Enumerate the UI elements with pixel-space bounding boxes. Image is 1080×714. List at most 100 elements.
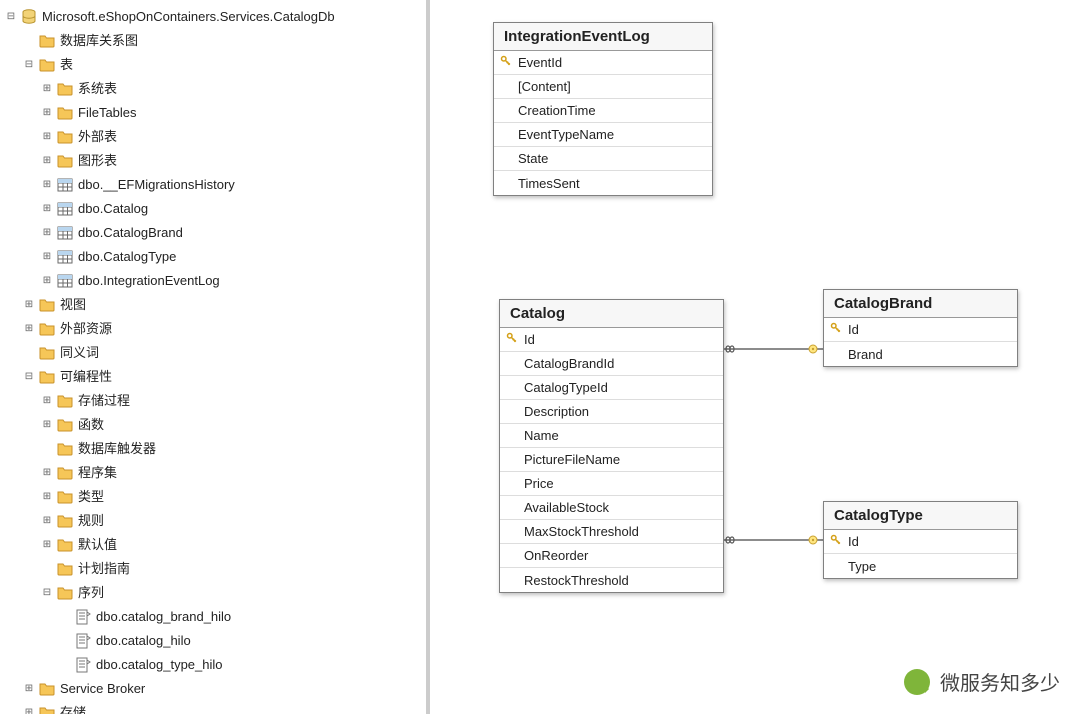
tree-item[interactable]: ⊞规则 <box>0 509 426 533</box>
table-column[interactable]: TimesSent <box>494 171 712 195</box>
expand-toggle-icon[interactable]: ⊞ <box>40 126 54 148</box>
tree-item[interactable]: 数据库关系图 <box>0 29 426 53</box>
tree-item-label: 类型 <box>78 486 104 508</box>
tree-item[interactable]: ⊟可编程性 <box>0 365 426 389</box>
table-column[interactable]: Brand <box>824 342 1017 366</box>
table-column[interactable]: RestockThreshold <box>500 568 723 592</box>
tree-item[interactable]: ⊞系统表 <box>0 77 426 101</box>
tree-item[interactable]: ⊟表 <box>0 53 426 77</box>
expand-toggle-icon[interactable]: ⊞ <box>40 270 54 292</box>
table-column[interactable]: Price <box>500 472 723 496</box>
expand-toggle-icon[interactable]: ⊞ <box>40 102 54 124</box>
tree-item-label: Microsoft.eShopOnContainers.Services.Cat… <box>42 6 335 28</box>
tree-item-label: 外部资源 <box>60 318 112 340</box>
table-column[interactable]: State <box>494 147 712 171</box>
expand-toggle-icon[interactable]: ⊞ <box>40 78 54 100</box>
tree-item[interactable]: ⊞ dbo.IntegrationEventLog <box>0 269 426 293</box>
table-column[interactable]: CatalogBrandId <box>500 352 723 376</box>
tree-item-label: dbo.Catalog <box>78 198 148 220</box>
expand-toggle-icon[interactable]: ⊟ <box>22 366 36 388</box>
tree-item[interactable]: ⊞外部表 <box>0 125 426 149</box>
diagram-table-integrationeventlog[interactable]: IntegrationEventLogEventId[Content]Creat… <box>493 22 713 196</box>
tree-item[interactable]: ⊞存储 <box>0 701 426 714</box>
expand-toggle-icon[interactable]: ⊞ <box>22 702 36 714</box>
tree-item[interactable]: ⊞ 类型 <box>0 485 426 509</box>
expand-toggle-icon[interactable]: ⊞ <box>40 150 54 172</box>
expand-toggle-icon[interactable]: ⊞ <box>40 222 54 244</box>
expand-toggle-icon[interactable]: ⊞ <box>22 678 36 700</box>
tree-item[interactable]: ⊟ Microsoft.eShopOnContainers.Services.Ca… <box>0 5 426 29</box>
folder-icon <box>56 512 74 530</box>
column-name: Type <box>848 559 888 574</box>
object-explorer-tree[interactable]: ⊟ Microsoft.eShopOnContainers.Services.Ca… <box>0 0 430 714</box>
tree-item-label: 视图 <box>60 294 86 316</box>
table-column[interactable]: Description <box>500 400 723 424</box>
tree-item[interactable]: dbo.catalog_hilo <box>0 629 426 653</box>
diagram-table-catalog[interactable]: CatalogIdCatalogBrandIdCatalogTypeId Desc… <box>499 299 724 593</box>
column-name: Id <box>848 322 871 337</box>
expand-toggle-icon[interactable]: ⊞ <box>40 486 54 508</box>
tree-item[interactable]: 同义词 <box>0 341 426 365</box>
table-column[interactable]: CreationTime <box>494 99 712 123</box>
expand-toggle-icon[interactable]: ⊞ <box>40 414 54 436</box>
chat-bubble-icon <box>904 669 930 695</box>
tree-item[interactable]: 数据库触发器 <box>0 437 426 461</box>
tree-item-label: 函数 <box>78 414 104 436</box>
tree-item[interactable]: ⊞ 外部资源 <box>0 317 426 341</box>
table-column[interactable]: Type <box>824 554 1017 578</box>
table-column[interactable]: EventTypeName <box>494 123 712 147</box>
folder-icon <box>38 296 56 314</box>
table-column[interactable]: Id <box>824 530 1017 554</box>
diagram-table-catalogbrand[interactable]: CatalogBrandIdBrand <box>823 289 1018 367</box>
column-name: TimesSent <box>518 176 592 191</box>
column-name: AvailableStock <box>524 500 621 515</box>
expand-toggle-icon[interactable]: ⊞ <box>40 534 54 556</box>
table-column[interactable]: CatalogTypeId <box>500 376 723 400</box>
expand-toggle-icon[interactable]: ⊟ <box>40 582 54 604</box>
folder-icon <box>56 584 74 602</box>
tree-item[interactable]: ⊞Service Broker <box>0 677 426 701</box>
tree-item[interactable]: ⊟序列 <box>0 581 426 605</box>
tree-item-label: 程序集 <box>78 462 117 484</box>
expand-toggle-icon[interactable]: ⊟ <box>22 54 36 76</box>
column-name: Description <box>524 404 601 419</box>
tree-item[interactable]: ⊞ dbo.Catalog <box>0 197 426 221</box>
expand-toggle-icon[interactable]: ⊞ <box>40 246 54 268</box>
tree-item[interactable]: ⊞ 程序集 <box>0 461 426 485</box>
tree-item[interactable]: ⊞存储过程 <box>0 389 426 413</box>
tree-item[interactable]: ⊞ 视图 <box>0 293 426 317</box>
tree-item[interactable]: ⊞FileTables <box>0 101 426 125</box>
column-name: Brand <box>848 347 895 362</box>
expand-toggle-icon[interactable]: ⊞ <box>40 174 54 196</box>
tree-item[interactable]: ⊞dbo.CatalogBrand <box>0 221 426 245</box>
tree-item[interactable]: ⊞图形表 <box>0 149 426 173</box>
tree-item[interactable]: dbo.catalog_type_hilo <box>0 653 426 677</box>
tree-item[interactable]: ⊞dbo.CatalogType <box>0 245 426 269</box>
tree-item-label: dbo.IntegrationEventLog <box>78 270 220 292</box>
table-column[interactable]: Id <box>824 318 1017 342</box>
table-column[interactable]: Name <box>500 424 723 448</box>
table-column[interactable]: OnReorder <box>500 544 723 568</box>
tree-item[interactable]: dbo.catalog_brand_hilo <box>0 605 426 629</box>
folder-icon <box>56 488 74 506</box>
table-column[interactable]: EventId <box>494 51 712 75</box>
tree-item[interactable]: ⊞默认值 <box>0 533 426 557</box>
diagram-table-catalogtype[interactable]: CatalogTypeIdType <box>823 501 1018 579</box>
key-icon <box>494 55 518 70</box>
tree-item[interactable]: ⊞dbo.__EFMigrationsHistory <box>0 173 426 197</box>
tree-item[interactable]: 计划指南 <box>0 557 426 581</box>
expand-toggle-icon[interactable]: ⊞ <box>40 510 54 532</box>
expand-toggle-icon[interactable]: ⊞ <box>40 198 54 220</box>
table-title: Catalog <box>500 300 723 328</box>
table-column[interactable]: Id <box>500 328 723 352</box>
table-column[interactable]: AvailableStock <box>500 496 723 520</box>
expand-toggle-icon[interactable]: ⊞ <box>40 390 54 412</box>
expand-toggle-icon[interactable]: ⊟ <box>4 6 18 28</box>
expand-toggle-icon[interactable]: ⊞ <box>22 294 36 316</box>
expand-toggle-icon[interactable]: ⊞ <box>22 318 36 340</box>
table-column[interactable]: MaxStockThreshold <box>500 520 723 544</box>
table-column[interactable]: PictureFileName <box>500 448 723 472</box>
table-column[interactable]: [Content] <box>494 75 712 99</box>
tree-item[interactable]: ⊞ 函数 <box>0 413 426 437</box>
expand-toggle-icon[interactable]: ⊞ <box>40 462 54 484</box>
